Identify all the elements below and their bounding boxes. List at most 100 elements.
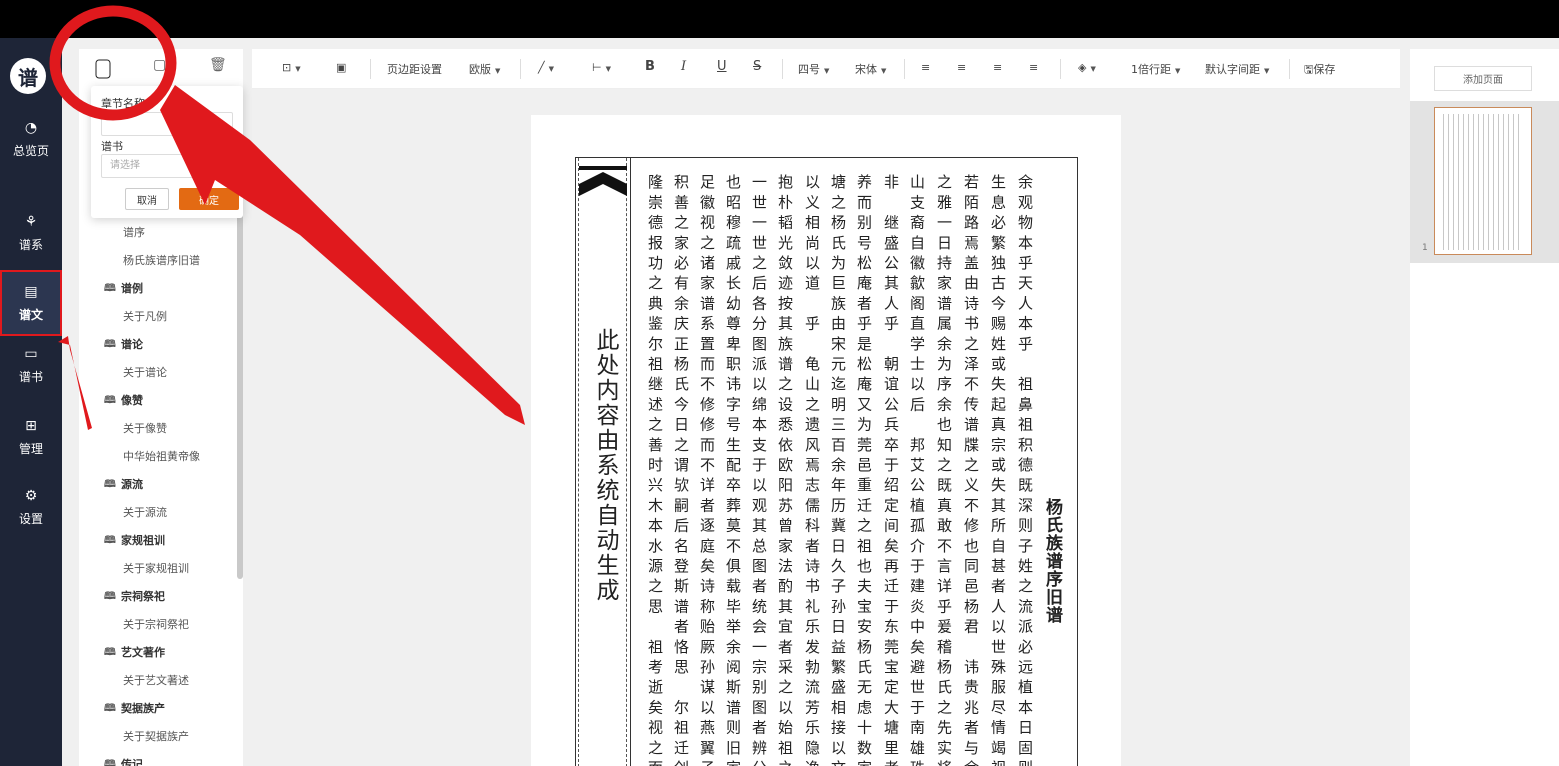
text-column: 足徽视之诸家谱系置而不修修而不详者逐庭矣诗称贻厥孙谋以燕翼子 — [698, 174, 716, 766]
nav-item-label: 谱书 — [18, 369, 43, 384]
window-top-bar — [0, 0, 1559, 38]
image-icon[interactable]: ▣ — [336, 61, 346, 74]
page-number: 1 — [1422, 243, 1428, 253]
toolbar-divider — [1060, 59, 1061, 79]
text-column: 生息必繁独古今赐姓或失起真宗或失其所自甚者人以世殊服尽情竭视 — [989, 174, 1007, 766]
save-icon: 🖫 — [1304, 63, 1314, 76]
left-nav: 谱 ◔ 总览页 ⚘ 谱系 ▤ 谱文 ▭ 谱书 ⊞ 管理 ⚙ 设置 — [0, 38, 62, 766]
chevron-ornament — [579, 166, 627, 196]
tree-item[interactable]: 关于契据族产 — [79, 723, 237, 751]
nav-item-5[interactable]: ⚙ 设置 — [0, 474, 62, 540]
edit-chapter-icon[interactable]: ▢ — [153, 57, 166, 73]
gear-icon: ⚙ — [24, 487, 38, 504]
font-family-dropdown[interactable]: 宋体 ▼ — [855, 61, 886, 77]
text-column: 也昭穆疏戚长幼尊卑职讳字号生配卒葬莫不俱载毕举余阅斯谱则旧家 — [724, 174, 742, 766]
tree-item[interactable]: 关于源流 — [79, 499, 237, 527]
tree-item[interactable]: 关于像赞 — [79, 415, 237, 443]
chapter-toolbar: ⊕ ▢ 🗑 — [79, 49, 243, 85]
align-right-icon[interactable]: ≡ — [993, 61, 1002, 74]
save-button[interactable]: 🖫保存 — [1304, 61, 1335, 80]
strikethrough-button[interactable]: S — [753, 59, 761, 74]
book-icon: 🕮 — [104, 479, 116, 490]
tree-group[interactable]: 🕮 谱例 — [79, 275, 237, 303]
font-size-dropdown[interactable]: 四号 ▼ — [798, 61, 829, 77]
chapter-tree: 谱序 杨氏族谱序旧谱 🕮 谱例 关于凡例 🕮 谱论 关于谱论 🕮 像赞 关于像赞 中华始祖黄帝像 🕮 源流… — [79, 219, 237, 766]
text-column: 余观物本乎天人本乎 祖鼻祖积德既深则子姓之流派必远植本日固则 — [1016, 174, 1034, 766]
line-spacing-value: 1倍行距 — [1131, 63, 1171, 76]
char-spacing-dropdown[interactable]: 默认字间距 ▼ — [1205, 61, 1269, 77]
page-thumbnail-wrap: 1 — [1410, 101, 1559, 263]
nav-item-3[interactable]: ▭ 谱书 — [0, 332, 62, 398]
layers-icon: ◈ — [1078, 61, 1087, 74]
nav-item-label: 谱系 — [18, 237, 43, 252]
text-column: 之雅一日持家谱属余为序余也知之既真敢不言详乎爰稽杨氏之先实将 — [935, 174, 953, 766]
delete-icon[interactable]: 🗑 — [209, 57, 227, 73]
align-object-tool[interactable]: ⊢ ▼ — [592, 61, 611, 74]
cancel-button[interactable]: 取消 — [125, 188, 169, 210]
document-page[interactable]: 此处内容由系统自动生成 杨氏族谱序旧谱 余观物本乎天人本乎 祖鼻祖积德既深则子姓… — [531, 115, 1121, 766]
thumbnail-text-lines — [1443, 114, 1523, 250]
book-select[interactable]: 请选择 — [101, 154, 233, 178]
align-left-icon[interactable]: ≡ — [921, 61, 930, 74]
pages-panel: 添加页面 1 — [1410, 49, 1559, 766]
open-book-icon: ▭ — [24, 345, 38, 362]
tree-item[interactable]: 谱序 — [79, 219, 237, 247]
logo-glyph: 谱 — [18, 65, 38, 90]
line-spacing-dropdown[interactable]: 1倍行距 ▼ — [1131, 61, 1180, 77]
tree-group[interactable]: 🕮 谱论 — [79, 331, 237, 359]
nav-item-label: 谱文 — [18, 307, 43, 322]
book-select-placeholder: 请选择 — [110, 160, 140, 171]
confirm-button[interactable]: 确定 — [179, 188, 239, 210]
bold-button[interactable]: B — [645, 59, 655, 74]
book-icon: 🕮 — [104, 535, 116, 546]
align-center-icon[interactable]: ≡ — [957, 61, 966, 74]
justify-icon[interactable]: ≡ — [1029, 61, 1038, 74]
text-box-tool[interactable]: ⊡ ▼ — [282, 61, 301, 74]
tree-group[interactable]: 🕮 传记 — [79, 751, 237, 766]
text-column: 隆崇德报功之典鉴尔祖继述之善时兴木本水源之思 祖考逝矣视之而莫 — [646, 174, 664, 766]
nav-item-0[interactable]: ◔ 总览页 — [0, 106, 62, 172]
underline-button[interactable]: U — [717, 59, 727, 74]
layout-dropdown[interactable]: 欧版 ▼ — [469, 61, 500, 77]
add-chapter-icon[interactable]: ⊕ — [99, 57, 111, 73]
page-spine: 此处内容由系统自动生成 — [576, 158, 631, 766]
layer-tool[interactable]: ◈ ▼ — [1078, 61, 1096, 74]
chapter-name-input[interactable]: 0/100 — [101, 112, 233, 136]
tree-item[interactable]: 关于凡例 — [79, 303, 237, 331]
line-tool[interactable]: ╱ ▼ — [538, 61, 554, 74]
tree-group[interactable]: 🕮 家规祖训 — [79, 527, 237, 555]
nav-item-label: 管理 — [18, 441, 43, 456]
tree-item[interactable]: 关于宗祠祭祀 — [79, 611, 237, 639]
book-icon: 🕮 — [104, 283, 116, 294]
book-icon: 🕮 — [104, 395, 116, 406]
document-icon: ▤ — [24, 283, 38, 300]
nav-item-1[interactable]: ⚘ 谱系 — [0, 200, 62, 266]
tree-group[interactable]: 🕮 艺文著作 — [79, 639, 237, 667]
tree-group[interactable]: 🕮 像赞 — [79, 387, 237, 415]
page-thumbnail[interactable] — [1434, 107, 1532, 255]
tree-group[interactable]: 🕮 源流 — [79, 471, 237, 499]
tree-item[interactable]: 关于家规祖训 — [79, 555, 237, 583]
chapter-name-counter: 0/100 — [198, 119, 224, 129]
tree-group[interactable]: 🕮 宗祠祭祀 — [79, 583, 237, 611]
text-column: 积善之家必有余庆正杨氏今日之谓欤嗣后名登斯谱者恪思 尔祖迁创之 — [672, 174, 690, 766]
add-page-button[interactable]: 添加页面 — [1434, 66, 1532, 91]
tree-item[interactable]: 中华始祖黄帝像 — [79, 443, 237, 471]
nav-item-2[interactable]: ▤ 谱文 — [0, 270, 62, 336]
text-box-icon: ⊡ — [282, 61, 292, 74]
margin-settings-button[interactable]: 页边距设置 — [387, 61, 442, 77]
italic-button[interactable]: I — [681, 59, 686, 74]
text-column: 若陌路焉盖由诗书之泽不传谱牒之义不修也同邑杨君 讳贵兆者与余有 — [962, 174, 980, 766]
book-icon: 🕮 — [104, 647, 116, 658]
tree-icon: ⚘ — [24, 213, 38, 230]
book-icon: 🕮 — [104, 591, 116, 602]
book-icon: 🕮 — [104, 759, 116, 766]
tree-group[interactable]: 🕮 契据族产 — [79, 695, 237, 723]
tree-item[interactable]: 杨氏族谱序旧谱 — [79, 247, 237, 275]
layout-value: 欧版 — [469, 63, 491, 76]
tree-item[interactable]: 关于艺文著述 — [79, 667, 237, 695]
line-icon: ╱ — [538, 61, 545, 74]
tree-item[interactable]: 关于谱论 — [79, 359, 237, 387]
nav-item-4[interactable]: ⊞ 管理 — [0, 404, 62, 470]
text-column: 非 继盛公其人乎 朝谊公兵卒于绍定间矣再迁于东莞宝定大塘里者又 — [882, 174, 900, 766]
